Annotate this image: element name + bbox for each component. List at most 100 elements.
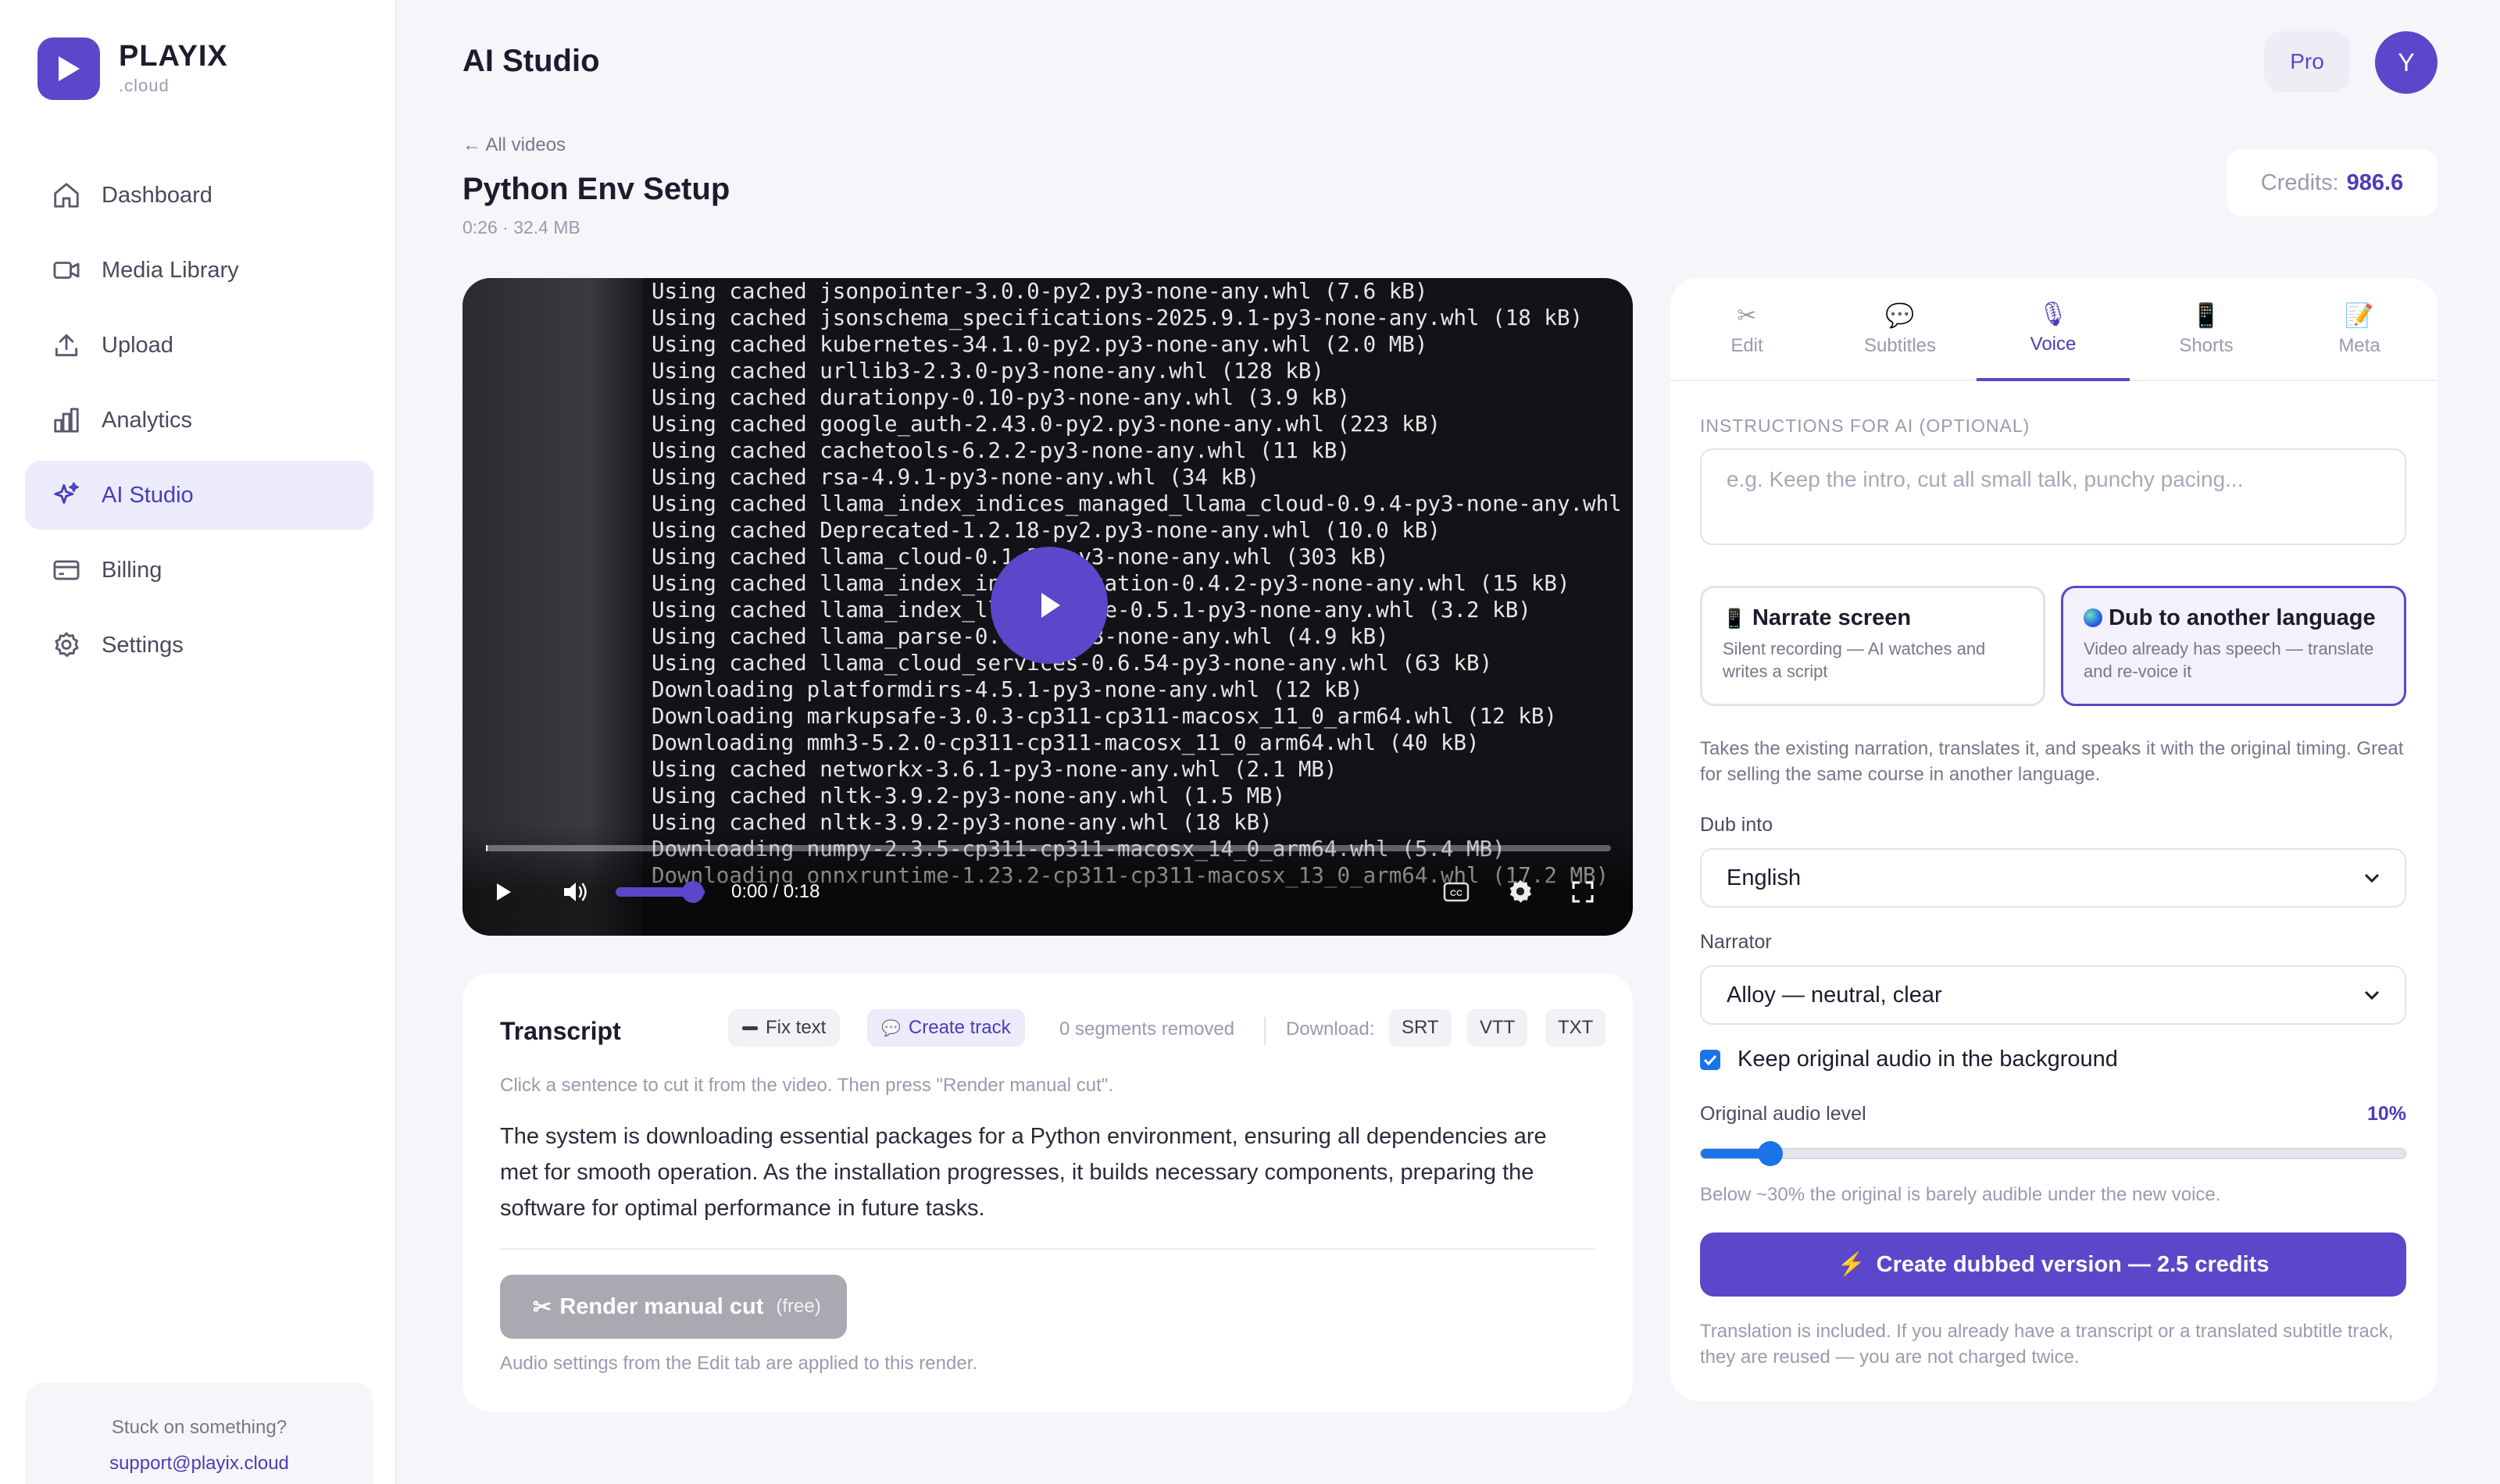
terminal-line: Using cached llama_parse-0.6.54-py3-none… xyxy=(652,624,1389,649)
keep-audio-checkbox[interactable] xyxy=(1700,1049,1720,1070)
sidebar-item-label: Media Library xyxy=(102,257,239,283)
terminal-line: Using cached llama_cloud_services-0.6.54… xyxy=(652,651,1493,676)
video-camera-icon xyxy=(53,262,80,279)
terminal-line: Using cached durationpy-0.10-py3-none-an… xyxy=(652,385,1351,410)
tab-voice[interactable]: 🎙 Voice xyxy=(1977,278,2130,381)
mute-button[interactable] xyxy=(559,875,594,909)
dub-language-option[interactable]: Dub to another language Video already ha… xyxy=(2061,586,2406,706)
upload-icon xyxy=(55,334,78,357)
download-txt-button[interactable]: TXT xyxy=(1545,1009,1606,1047)
tab-edit[interactable]: ✂ Edit xyxy=(1670,278,1823,381)
terminal-line: Downloading platformdirs-4.5.1-py3-none-… xyxy=(652,677,1363,702)
volume-icon xyxy=(564,883,587,901)
play-icon xyxy=(1041,593,1060,618)
document-icon: 📝 xyxy=(2345,303,2374,329)
option-title: Dub to another language xyxy=(2084,605,2384,631)
dub-language-value: English xyxy=(1727,865,1802,890)
avatar[interactable]: Y xyxy=(2375,31,2438,94)
tab-shorts[interactable]: 📱 Shorts xyxy=(2130,278,2283,381)
sparkles-icon xyxy=(54,482,79,504)
narrator-select[interactable]: Alloy — neutral, clear xyxy=(1700,965,2406,1025)
chevron-down-icon xyxy=(2364,990,2380,1001)
globe-icon xyxy=(2084,608,2102,627)
segments-removed-count: 0 segments removed xyxy=(1059,1018,1235,1040)
create-track-button[interactable]: 💬 Create track xyxy=(867,1009,1025,1047)
sidebar-item-settings[interactable]: Settings xyxy=(25,611,373,680)
tab-meta[interactable]: 📝 Meta xyxy=(2283,278,2436,381)
audio-level-label: Original audio level xyxy=(1700,1103,1866,1125)
terminal-line: Using cached llama_cloud-0.1.35-py3-none… xyxy=(652,544,1389,569)
gear-icon xyxy=(1509,879,1532,903)
dub-into-label: Dub into xyxy=(1700,814,1773,836)
sidebar-item-ai-studio[interactable]: AI Studio xyxy=(25,461,373,530)
terminal-line: Using cached networkx-3.6.1-py3-none-any… xyxy=(652,757,1338,782)
back-to-videos-link[interactable]: ← All videos xyxy=(462,134,566,156)
gear-icon xyxy=(55,632,79,658)
fix-text-button[interactable]: Fix text xyxy=(728,1009,841,1047)
tab-label: Shorts xyxy=(2179,335,2234,356)
logo[interactable]: PLAYIX .cloud xyxy=(38,37,228,100)
volume-slider-handle[interactable] xyxy=(682,881,705,903)
dub-language-select[interactable]: English xyxy=(1700,848,2406,908)
narrator-label: Narrator xyxy=(1700,931,1772,953)
seek-bar[interactable] xyxy=(486,845,1611,851)
tab-label: Voice xyxy=(2030,334,2077,355)
tool-tabs: ✂ Edit 💬 Subtitles 🎙 Voice 📱 Shorts 📝 Me… xyxy=(1670,278,2438,381)
microphone-icon: 🎙 xyxy=(2038,301,2069,327)
narrator-value: Alloy — neutral, clear xyxy=(1727,982,1942,1008)
play-pause-button[interactable] xyxy=(486,875,520,909)
playback-time: 0:00 / 0:18 xyxy=(731,881,820,902)
captions-button[interactable]: CC xyxy=(1439,875,1473,909)
terminal-line: Using cached Deprecated-1.2.18-py2.py3-n… xyxy=(652,518,1441,543)
audio-level-slider-handle[interactable] xyxy=(1758,1141,1784,1166)
keep-audio-label: Keep original audio in the background xyxy=(1738,1047,2118,1072)
terminal-line: Using cached jsonschema_specifications-2… xyxy=(652,305,1584,330)
narrate-screen-option[interactable]: 📱 Narrate screen Silent recording — AI w… xyxy=(1700,586,2045,706)
instructions-input[interactable] xyxy=(1700,448,2406,545)
speech-bubble-icon: 💬 xyxy=(1885,303,1915,329)
support-question: Stuck on something? xyxy=(111,1417,288,1438)
sidebar-item-upload[interactable]: Upload xyxy=(25,311,373,380)
sidebar-item-label: Upload xyxy=(102,332,173,358)
sidebar-item-label: Settings xyxy=(102,632,184,658)
sidebar-item-label: AI Studio xyxy=(102,482,194,508)
speech-bubble-icon: 💬 xyxy=(881,1019,901,1037)
video-player[interactable]: Using cached jsonpointer-3.0.0-py2.py3-n… xyxy=(462,278,1633,936)
terminal-line: Using cached llama_index_instrumentation… xyxy=(652,571,1570,596)
sidebar-item-dashboard[interactable]: Dashboard xyxy=(25,161,373,230)
plan-badge[interactable]: Pro xyxy=(2264,31,2350,92)
option-desc: Video already has speech — translate and… xyxy=(2084,639,2374,681)
video-frame-terminal: Using cached jsonpointer-3.0.0-py2.py3-n… xyxy=(652,278,1633,889)
sidebar: PLAYIX .cloud Dashboard Media Library Up… xyxy=(0,0,397,1484)
option-desc: Silent recording — AI watches and writes… xyxy=(1723,639,1986,681)
terminal-line: Using cached google_auth-2.43.0-py2.py3-… xyxy=(652,412,1441,437)
render-free-tag: (free) xyxy=(776,1296,821,1317)
big-play-button[interactable] xyxy=(991,547,1108,664)
download-vtt-button[interactable]: VTT xyxy=(1467,1009,1528,1047)
player-settings-button[interactable] xyxy=(1503,875,1538,909)
audio-level-slider[interactable] xyxy=(1700,1148,2406,1159)
render-manual-cut-label: Render manual cut xyxy=(559,1293,764,1319)
fullscreen-button[interactable] xyxy=(1566,875,1600,909)
tab-subtitles[interactable]: 💬 Subtitles xyxy=(1823,278,1977,381)
sidebar-item-billing[interactable]: Billing xyxy=(25,536,373,605)
download-srt-button[interactable]: SRT xyxy=(1389,1009,1452,1047)
divider xyxy=(500,1248,1595,1250)
dub-description: Takes the existing narration, translates… xyxy=(1700,738,2404,785)
seek-bar-progress xyxy=(486,845,488,851)
terminal-line: Using cached llama_index_indices_managed… xyxy=(652,491,1622,516)
tab-label: Edit xyxy=(1730,335,1763,356)
render-manual-cut-button[interactable]: ✂ Render manual cut (free) xyxy=(500,1275,847,1339)
bar-chart-icon xyxy=(54,408,79,433)
sidebar-item-media-library[interactable]: Media Library xyxy=(25,236,373,305)
fix-text-label: Fix text xyxy=(766,1017,827,1038)
keep-audio-row: Keep original audio in the background xyxy=(1700,1047,2118,1072)
chevron-down-icon xyxy=(2364,873,2380,883)
closed-captions-icon: CC xyxy=(1443,882,1470,902)
sidebar-item-analytics[interactable]: Analytics xyxy=(25,386,373,455)
create-dubbed-version-button[interactable]: ⚡ Create dubbed version — 2.5 credits xyxy=(1700,1233,2406,1297)
scissors-icon: ✂ xyxy=(533,1294,552,1320)
transcript-text[interactable]: The system is downloading essential pack… xyxy=(500,1118,1562,1226)
support-email-link[interactable]: support@playix.cloud xyxy=(25,1453,373,1475)
sidebar-nav: Dashboard Media Library Upload Analytics… xyxy=(25,161,373,686)
